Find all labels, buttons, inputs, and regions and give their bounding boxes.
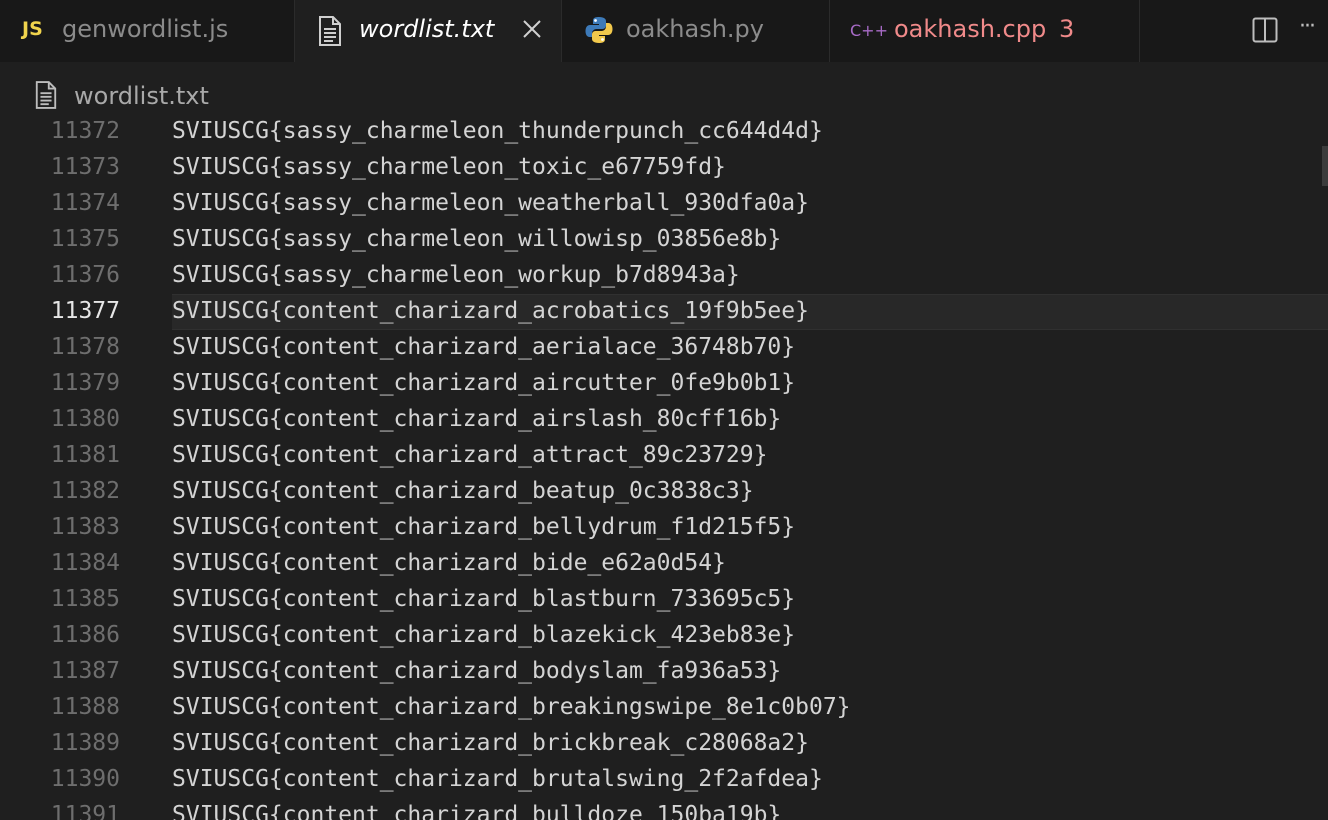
- line-number: 11387: [50, 658, 120, 684]
- line-text[interactable]: SVIUSCG{content_charizard_brickbreak_c28…: [172, 730, 809, 756]
- python-icon: [584, 15, 614, 49]
- tab-oakhash-py[interactable]: oakhash.py: [562, 0, 830, 62]
- code-line[interactable]: 11388 SVIUSCG{content_charizard_breakings…: [0, 690, 1328, 726]
- text-file-icon: [34, 81, 58, 113]
- line-text[interactable]: SVIUSCG{content_charizard_beatup_0c3838c…: [172, 478, 754, 504]
- line-number: 11382: [50, 478, 120, 504]
- line-text[interactable]: SVIUSCG{content_charizard_attract_89c237…: [172, 442, 767, 468]
- more-actions-icon[interactable]: ···: [1299, 14, 1316, 39]
- line-number: 11385: [50, 586, 120, 612]
- line-text[interactable]: SVIUSCG{content_charizard_blazekick_423e…: [172, 622, 795, 648]
- code-line[interactable]: 11379 SVIUSCG{content_charizard_aircutter…: [0, 366, 1328, 402]
- line-number: 11390: [50, 766, 120, 792]
- code-line[interactable]: 11391 SVIUSCG{content_charizard_bulldoze_…: [0, 798, 1328, 820]
- code-line[interactable]: 11380 SVIUSCG{content_charizard_airslash_…: [0, 402, 1328, 438]
- tab-label: genwordlist.js: [62, 15, 229, 43]
- code-line[interactable]: 11390 SVIUSCG{content_charizard_brutalswi…: [0, 762, 1328, 798]
- line-number: 11389: [50, 730, 120, 756]
- line-text[interactable]: SVIUSCG{content_charizard_breakingswipe_…: [172, 694, 851, 720]
- line-number: 11381: [50, 442, 120, 468]
- tab-label: oakhash.py: [626, 15, 764, 43]
- problem-count-badge: 3: [1059, 15, 1075, 43]
- tab-label: wordlist.txt: [359, 15, 495, 43]
- line-text[interactable]: SVIUSCG{content_charizard_acrobatics_19f…: [172, 298, 809, 324]
- line-number: 11379: [50, 370, 120, 396]
- code-line[interactable]: 11372 SVIUSCG{sassy_charmeleon_thunderpun…: [0, 118, 1328, 150]
- line-number: 11380: [50, 406, 120, 432]
- line-number: 11388: [50, 694, 120, 720]
- code-line[interactable]: 11375 SVIUSCG{sassy_charmeleon_willowisp_…: [0, 222, 1328, 258]
- tab-oakhash-cpp[interactable]: C++ oakhash.cpp 3: [830, 0, 1140, 62]
- code-line[interactable]: 11387 SVIUSCG{content_charizard_bodyslam_…: [0, 654, 1328, 690]
- code-line[interactable]: 11376 SVIUSCG{sassy_charmeleon_workup_b7d…: [0, 258, 1328, 294]
- line-text[interactable]: SVIUSCG{sassy_charmeleon_toxic_e67759fd}: [172, 154, 726, 180]
- line-text[interactable]: SVIUSCG{content_charizard_bodyslam_fa936…: [172, 658, 781, 684]
- code-line[interactable]: 11383 SVIUSCG{content_charizard_bellydrum…: [0, 510, 1328, 546]
- line-text[interactable]: SVIUSCG{content_charizard_aerialace_3674…: [172, 334, 795, 360]
- line-text[interactable]: SVIUSCG{sassy_charmeleon_thunderpunch_cc…: [172, 118, 823, 144]
- line-number: 11378: [50, 334, 120, 360]
- line-number: 11391: [50, 802, 120, 820]
- editor-text-area[interactable]: 11372 SVIUSCG{sassy_charmeleon_thunderpun…: [0, 118, 1328, 820]
- line-number: 11373: [50, 154, 120, 180]
- line-number: 11375: [50, 226, 120, 252]
- text-file-icon: [317, 16, 343, 50]
- line-number: 11372: [50, 118, 120, 144]
- code-line[interactable]: 11384 SVIUSCG{content_charizard_bide_e62a…: [0, 546, 1328, 582]
- line-number: 11386: [50, 622, 120, 648]
- line-text[interactable]: SVIUSCG{sassy_charmeleon_weatherball_930…: [172, 190, 809, 216]
- code-line[interactable]: 11374 SVIUSCG{sassy_charmeleon_weatherbal…: [0, 186, 1328, 222]
- code-line[interactable]: 11373 SVIUSCG{sassy_charmeleon_toxic_e677…: [0, 150, 1328, 186]
- close-icon[interactable]: [521, 18, 543, 44]
- line-text[interactable]: SVIUSCG{sassy_charmeleon_willowisp_03856…: [172, 226, 781, 252]
- line-number: 11377: [50, 298, 120, 324]
- code-line[interactable]: 11381 SVIUSCG{content_charizard_attract_8…: [0, 438, 1328, 474]
- code-line[interactable]: 11377 SVIUSCG{content_charizard_acrobatic…: [0, 294, 1328, 330]
- scrollbar-marker[interactable]: [1322, 146, 1328, 186]
- line-number: 11384: [50, 550, 120, 576]
- code-line[interactable]: 11386 SVIUSCG{content_charizard_blazekick…: [0, 618, 1328, 654]
- tab-label: oakhash.cpp: [894, 15, 1047, 43]
- line-number: 11383: [50, 514, 120, 540]
- line-text[interactable]: SVIUSCG{content_charizard_bulldoze_150ba…: [172, 802, 781, 820]
- line-text[interactable]: SVIUSCG{content_charizard_brutalswing_2f…: [172, 766, 823, 792]
- code-line[interactable]: 11378 SVIUSCG{content_charizard_aerialace…: [0, 330, 1328, 366]
- code-line[interactable]: 11385 SVIUSCG{content_charizard_blastburn…: [0, 582, 1328, 618]
- tab-wordlist-txt[interactable]: wordlist.txt: [295, 0, 562, 63]
- code-line[interactable]: 11382 SVIUSCG{content_charizard_beatup_0c…: [0, 474, 1328, 510]
- cpp-icon: C++: [850, 21, 888, 40]
- line-text[interactable]: SVIUSCG{content_charizard_airslash_80cff…: [172, 406, 781, 432]
- line-text[interactable]: SVIUSCG{sassy_charmeleon_workup_b7d8943a…: [172, 262, 740, 288]
- line-text[interactable]: SVIUSCG{content_charizard_blastburn_7336…: [172, 586, 795, 612]
- line-number: 11376: [50, 262, 120, 288]
- line-number: 11374: [50, 190, 120, 216]
- line-text[interactable]: SVIUSCG{content_charizard_aircutter_0fe9…: [172, 370, 795, 396]
- breadcrumb-file[interactable]: wordlist.txt: [74, 82, 209, 110]
- tab-genwordlist-js[interactable]: JS genwordlist.js: [0, 0, 295, 62]
- split-editor-icon[interactable]: [1252, 17, 1278, 47]
- javascript-icon: JS: [22, 18, 43, 40]
- code-line[interactable]: 11389 SVIUSCG{content_charizard_brickbrea…: [0, 726, 1328, 762]
- line-text[interactable]: SVIUSCG{content_charizard_bide_e62a0d54}: [172, 550, 726, 576]
- line-text[interactable]: SVIUSCG{content_charizard_bellydrum_f1d2…: [172, 514, 795, 540]
- tab-bar: JS genwordlist.js wordlist.txt oakhash.p…: [0, 0, 1328, 63]
